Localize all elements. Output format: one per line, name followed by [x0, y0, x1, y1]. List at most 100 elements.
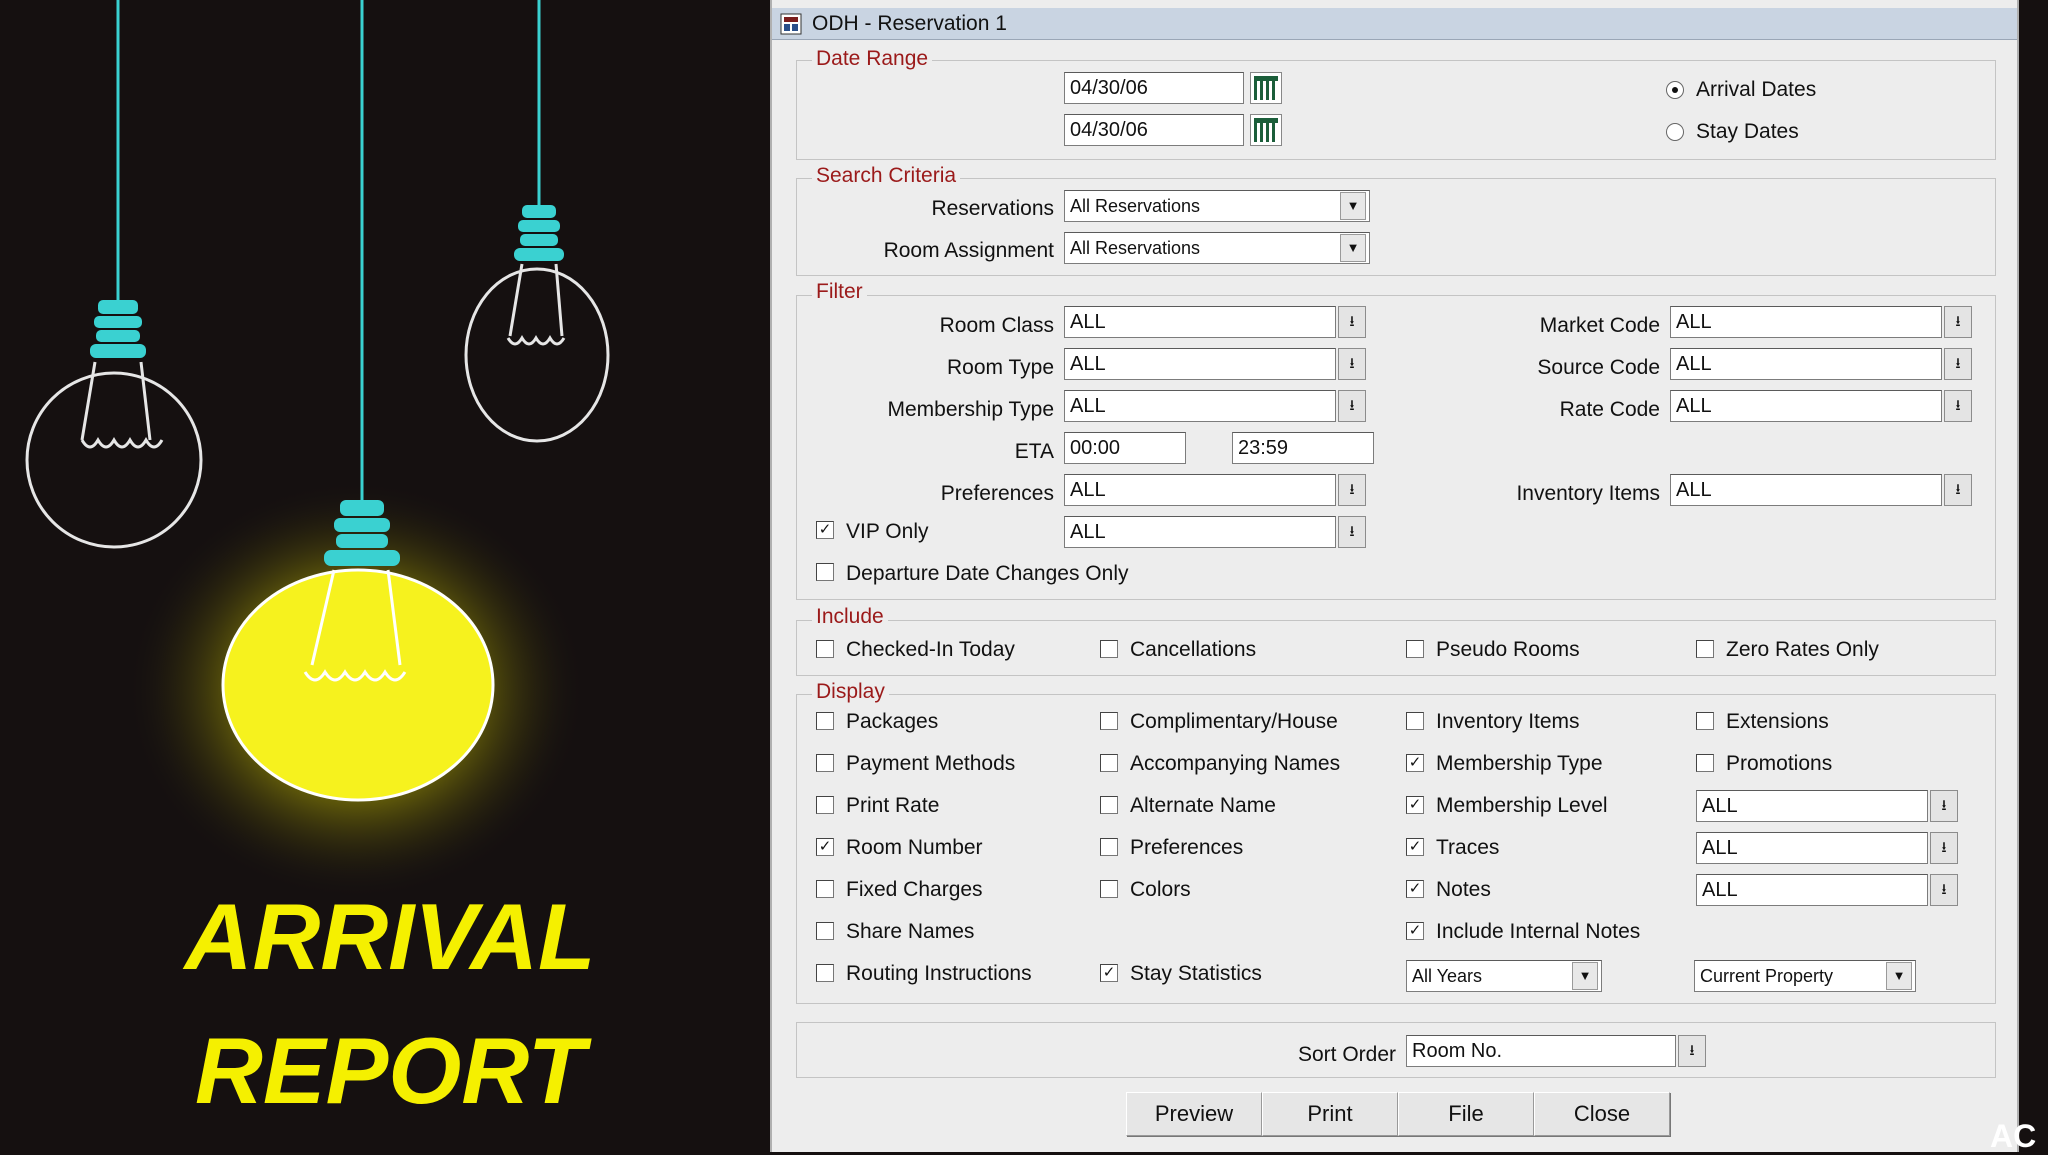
departure-changes-checkbox[interactable]: [816, 563, 834, 581]
source-code-lookup-icon[interactable]: ⭳: [1944, 348, 1972, 380]
display-option-label[interactable]: Preferences: [1130, 835, 1243, 861]
preferences-filter-input[interactable]: ALL: [1064, 474, 1336, 506]
traces-lookup-icon[interactable]: ⭳: [1930, 832, 1958, 864]
room-assignment-select[interactable]: All Reservations: [1064, 232, 1370, 264]
room-class-lookup-icon[interactable]: ⭳: [1338, 306, 1366, 338]
reservations-dropdown-icon[interactable]: ▼: [1340, 192, 1366, 220]
vip-only-lookup-icon[interactable]: ⭳: [1338, 516, 1366, 548]
display-checkbox[interactable]: ✓: [1406, 796, 1424, 814]
display-checkbox[interactable]: [1100, 712, 1118, 730]
preferences-filter-lookup-icon[interactable]: ⭳: [1338, 474, 1366, 506]
display-checkbox[interactable]: [1100, 880, 1118, 898]
display-option-label[interactable]: Room Number: [846, 835, 983, 861]
display-checkbox[interactable]: [816, 754, 834, 772]
display-checkbox[interactable]: [816, 880, 834, 898]
stay-dates-radio[interactable]: [1666, 123, 1684, 141]
sort-order-lookup-icon[interactable]: ⭳: [1678, 1035, 1706, 1067]
include-option-label[interactable]: Cancellations: [1130, 637, 1256, 663]
from-date-calendar-icon[interactable]: [1250, 72, 1282, 104]
membership-level-input[interactable]: ALL: [1696, 790, 1928, 822]
file-button[interactable]: File: [1398, 1092, 1534, 1136]
departure-changes-label[interactable]: Departure Date Changes Only: [846, 561, 1129, 587]
close-button[interactable]: Close: [1534, 1092, 1670, 1136]
room-type-input[interactable]: ALL: [1064, 348, 1336, 380]
market-code-lookup-icon[interactable]: ⭳: [1944, 306, 1972, 338]
source-code-input[interactable]: ALL: [1670, 348, 1942, 380]
display-checkbox[interactable]: [816, 964, 834, 982]
reservations-select[interactable]: All Reservations: [1064, 190, 1370, 222]
membership-type-input[interactable]: ALL: [1064, 390, 1336, 422]
notes-input[interactable]: ALL: [1696, 874, 1928, 906]
display-checkbox[interactable]: [1696, 712, 1714, 730]
vip-only-checkbox[interactable]: ✓: [816, 521, 834, 539]
display-checkbox[interactable]: ✓: [816, 838, 834, 856]
vip-only-label[interactable]: VIP Only: [846, 519, 928, 545]
display-option-label[interactable]: Traces: [1436, 835, 1499, 861]
display-checkbox[interactable]: ✓: [1406, 880, 1424, 898]
display-option-label[interactable]: Share Names: [846, 919, 974, 945]
include-option-label[interactable]: Pseudo Rooms: [1436, 637, 1580, 663]
display-option-label[interactable]: Promotions: [1726, 751, 1832, 777]
inventory-items-filter-lookup-icon[interactable]: ⭳: [1944, 474, 1972, 506]
from-date-input[interactable]: 04/30/06: [1064, 72, 1244, 104]
room-type-lookup-icon[interactable]: ⭳: [1338, 348, 1366, 380]
display-checkbox[interactable]: ✓: [1406, 754, 1424, 772]
display-checkbox[interactable]: ✓: [1406, 838, 1424, 856]
include-checkbox[interactable]: [1696, 640, 1714, 658]
print-button[interactable]: Print: [1262, 1092, 1398, 1136]
rate-code-lookup-icon[interactable]: ⭳: [1944, 390, 1972, 422]
market-code-input[interactable]: ALL: [1670, 306, 1942, 338]
include-checkbox[interactable]: [1406, 640, 1424, 658]
display-option-label[interactable]: Inventory Items: [1436, 709, 1580, 735]
display-checkbox[interactable]: [1406, 712, 1424, 730]
to-date-calendar-icon[interactable]: [1250, 114, 1282, 146]
eta-from-input[interactable]: 00:00: [1064, 432, 1186, 464]
display-option-label[interactable]: Packages: [846, 709, 938, 735]
display-option-label[interactable]: Accompanying Names: [1130, 751, 1340, 777]
membership-level-lookup-icon[interactable]: ⭳: [1930, 790, 1958, 822]
display-checkbox[interactable]: ✓: [1406, 922, 1424, 940]
property-select[interactable]: Current Property: [1694, 960, 1916, 992]
display-option-label[interactable]: Routing Instructions: [846, 961, 1032, 987]
room-assignment-dropdown-icon[interactable]: ▼: [1340, 234, 1366, 262]
display-checkbox[interactable]: [1100, 754, 1118, 772]
display-checkbox[interactable]: ✓: [1100, 964, 1118, 982]
arrival-dates-label[interactable]: Arrival Dates: [1696, 77, 1816, 103]
display-checkbox[interactable]: [816, 922, 834, 940]
display-option-label[interactable]: Fixed Charges: [846, 877, 983, 903]
rate-code-input[interactable]: ALL: [1670, 390, 1942, 422]
display-checkbox[interactable]: [1100, 838, 1118, 856]
display-option-label[interactable]: Membership Level: [1436, 793, 1608, 819]
membership-type-lookup-icon[interactable]: ⭳: [1338, 390, 1366, 422]
display-option-label[interactable]: Stay Statistics: [1130, 961, 1262, 987]
display-option-label[interactable]: Extensions: [1726, 709, 1829, 735]
eta-to-input[interactable]: 23:59: [1232, 432, 1374, 464]
vip-only-input[interactable]: ALL: [1064, 516, 1336, 548]
room-class-input[interactable]: ALL: [1064, 306, 1336, 338]
arrival-dates-radio[interactable]: [1666, 81, 1684, 99]
display-checkbox[interactable]: [816, 712, 834, 730]
display-option-label[interactable]: Print Rate: [846, 793, 939, 819]
sort-order-input[interactable]: Room No.: [1406, 1035, 1676, 1067]
display-option-label[interactable]: Complimentary/House: [1130, 709, 1338, 735]
include-option-label[interactable]: Checked-In Today: [846, 637, 1015, 663]
display-option-label[interactable]: Membership Type: [1436, 751, 1603, 777]
years-dropdown-icon[interactable]: ▼: [1572, 962, 1598, 990]
display-option-label[interactable]: Notes: [1436, 877, 1491, 903]
notes-lookup-icon[interactable]: ⭳: [1930, 874, 1958, 906]
traces-input[interactable]: ALL: [1696, 832, 1928, 864]
display-checkbox[interactable]: [1100, 796, 1118, 814]
display-option-label[interactable]: Include Internal Notes: [1436, 919, 1640, 945]
inventory-items-filter-input[interactable]: ALL: [1670, 474, 1942, 506]
display-option-label[interactable]: Payment Methods: [846, 751, 1015, 777]
include-option-label[interactable]: Zero Rates Only: [1726, 637, 1879, 663]
stay-dates-label[interactable]: Stay Dates: [1696, 119, 1799, 145]
property-dropdown-icon[interactable]: ▼: [1886, 962, 1912, 990]
include-checkbox[interactable]: [1100, 640, 1118, 658]
display-option-label[interactable]: Alternate Name: [1130, 793, 1276, 819]
display-option-label[interactable]: Colors: [1130, 877, 1191, 903]
to-date-input[interactable]: 04/30/06: [1064, 114, 1244, 146]
preview-button[interactable]: Preview: [1126, 1092, 1262, 1136]
display-checkbox[interactable]: [1696, 754, 1714, 772]
include-checkbox[interactable]: [816, 640, 834, 658]
